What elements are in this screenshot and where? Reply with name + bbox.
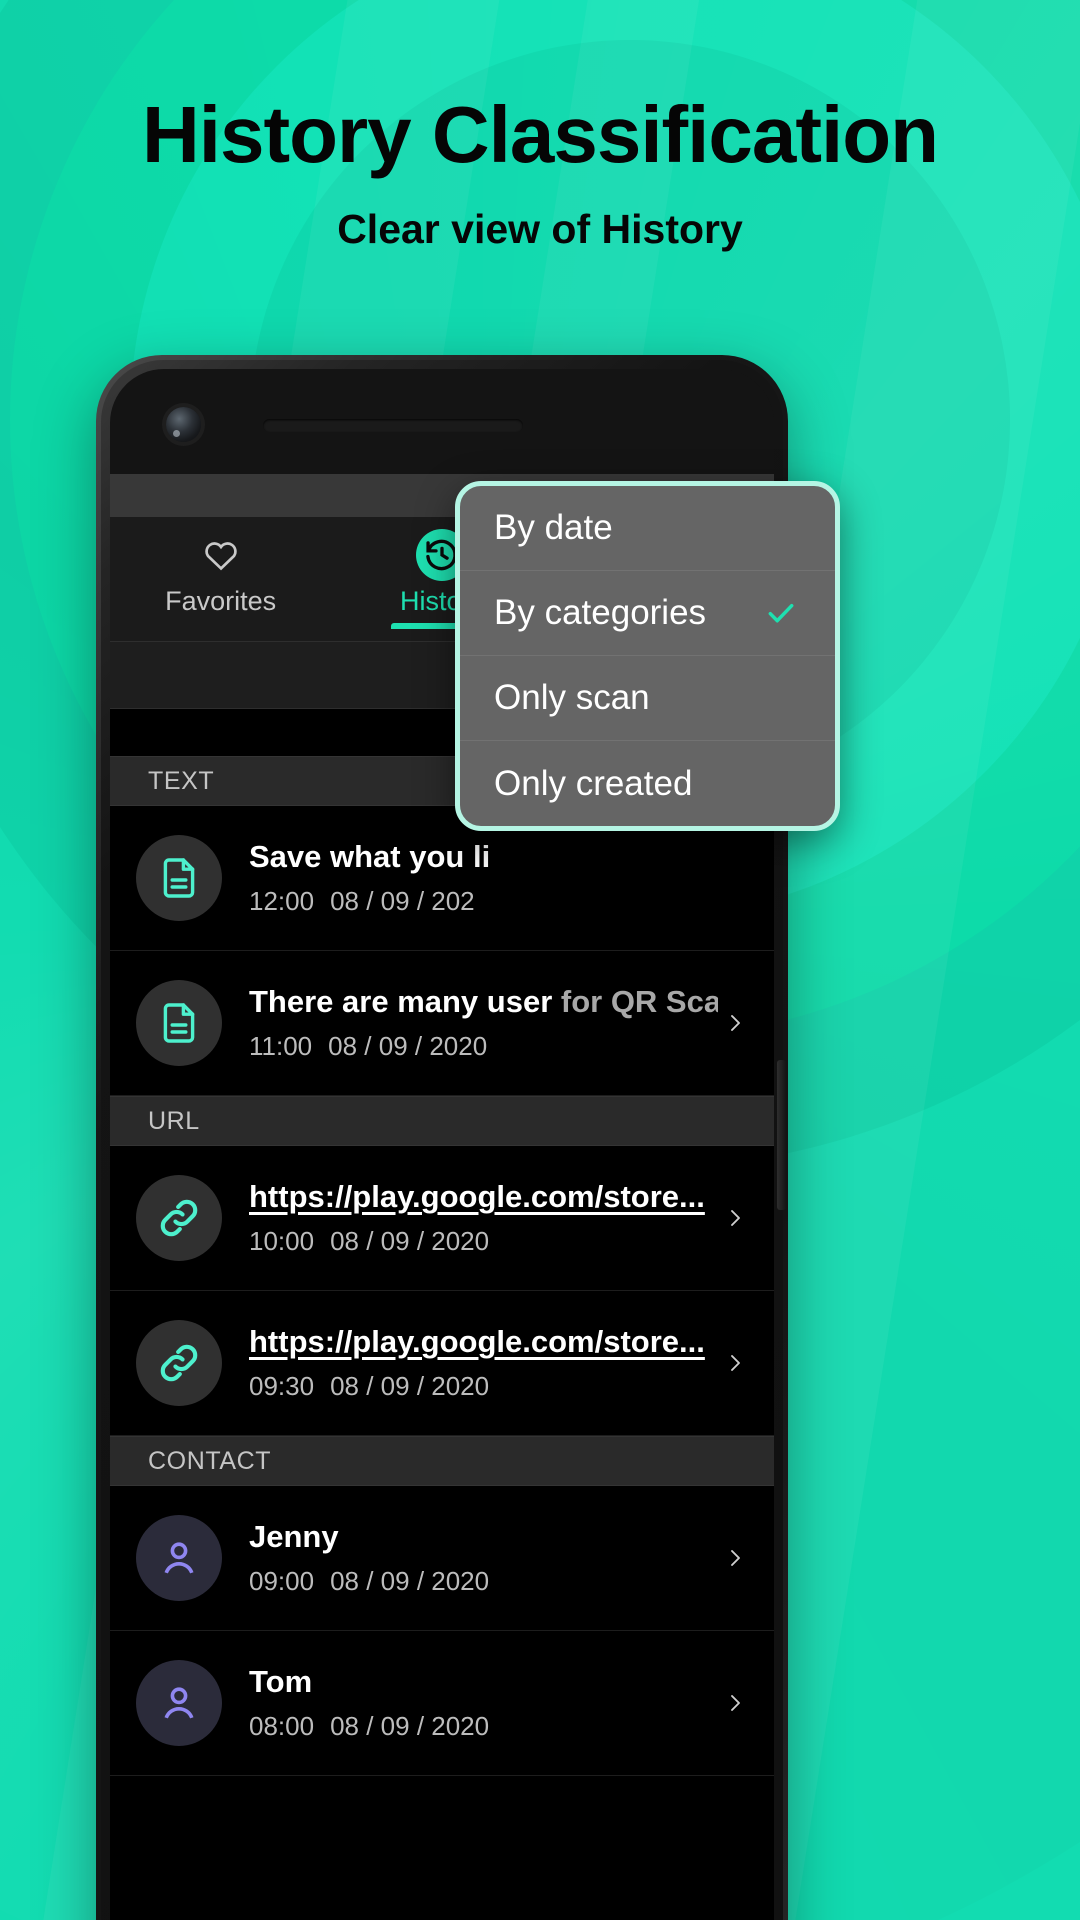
document-icon <box>136 980 222 1066</box>
list-item-date: 08 / 09 / 2020 <box>328 1031 488 1061</box>
link-icon <box>136 1175 222 1261</box>
list-item-title-main: https://play.google.com/store... <box>249 1324 705 1359</box>
section-header: URL <box>110 1096 774 1146</box>
list-item-body: There are many user for QR Scanner 11:00 0… <box>222 984 718 1062</box>
list-item-body: Tom 08:00 08 / 09 / 2020 <box>222 1664 718 1742</box>
list-item-body: Jenny 09:00 08 / 09 / 2020 <box>222 1519 718 1597</box>
person-icon <box>136 1660 222 1746</box>
tab-favorites[interactable]: Favorites <box>110 529 331 617</box>
chevron-right-icon[interactable] <box>718 1005 752 1041</box>
chevron-right-icon[interactable] <box>718 1685 752 1721</box>
document-icon <box>136 835 222 921</box>
list-item-meta: 09:30 08 / 09 / 2020 <box>249 1371 718 1402</box>
list-item-meta: 10:00 08 / 09 / 2020 <box>249 1226 718 1257</box>
list-item-title-main: There are many user <box>249 984 553 1019</box>
sort-dropdown-menu: By date By categories Only scan Only create… <box>455 481 840 831</box>
list-item-date: 08 / 09 / 2020 <box>330 1371 490 1401</box>
earpiece-speaker <box>263 419 523 432</box>
menu-item-only-scan[interactable]: Only scan <box>460 656 835 741</box>
history-list-item[interactable]: https://play.google.com/store... 10:00 08 … <box>110 1146 774 1291</box>
list-item-time: 08:00 <box>249 1711 315 1741</box>
list-item-body: Save what you li 12:00 08 / 09 / 202 <box>222 839 718 917</box>
list-item-meta: 08:00 08 / 09 / 2020 <box>249 1711 718 1742</box>
history-list-item[interactable]: There are many user for QR Scanner 11:00 0… <box>110 951 774 1096</box>
menu-item-label: By date <box>494 508 613 547</box>
menu-item-label: By categories <box>494 593 707 632</box>
list-item-date: 08 / 09 / 202 <box>330 886 475 916</box>
list-item-title-main: Jenny <box>249 1519 339 1554</box>
list-item-meta: 09:00 08 / 09 / 2020 <box>249 1566 718 1597</box>
tab-favorites-label: Favorites <box>165 586 277 616</box>
list-item-time: 11:00 <box>249 1031 313 1061</box>
list-item-meta: 11:00 08 / 09 / 2020 <box>249 1031 718 1062</box>
promo-subhead: Clear view of History <box>337 206 743 252</box>
list-item-time: 09:30 <box>249 1371 315 1401</box>
link-icon <box>136 1320 222 1406</box>
check-icon <box>761 597 801 629</box>
promo-headline: History Classification <box>141 90 939 179</box>
list-item-title: https://play.google.com/store... <box>249 1324 718 1360</box>
list-item-date: 08 / 09 / 2020 <box>330 1711 490 1741</box>
chevron-right-icon[interactable] <box>718 1540 752 1576</box>
history-list-item[interactable]: Tom 08:00 08 / 09 / 2020 <box>110 1631 774 1776</box>
list-item-date: 08 / 09 / 2020 <box>330 1566 490 1596</box>
menu-item-by-date[interactable]: By date <box>460 486 835 571</box>
section-header: CONTACT <box>110 1436 774 1486</box>
menu-item-only-created[interactable]: Only created <box>460 741 835 826</box>
list-item-time: 10:00 <box>249 1226 315 1256</box>
list-item-title: https://play.google.com/store... <box>249 1179 718 1215</box>
list-item-title: Tom <box>249 1664 718 1700</box>
menu-item-label: Only created <box>494 763 693 803</box>
list-item-body: https://play.google.com/store... 10:00 08 … <box>222 1179 718 1257</box>
list-item-body: https://play.google.com/store... 09:30 08 … <box>222 1324 718 1402</box>
history-list: TEXT Save what you li 12:00 08 / 09 / 202 Th… <box>110 756 774 1776</box>
list-item-title-main: https://play.google.com/store... <box>249 1179 705 1214</box>
menu-item-label: Only scan <box>494 678 650 717</box>
list-item-time: 12:00 <box>249 886 315 916</box>
menu-item-by-categories[interactable]: By categories <box>460 571 835 656</box>
list-item-date: 08 / 09 / 2020 <box>330 1226 490 1256</box>
list-item-title-main: Tom <box>249 1664 313 1699</box>
list-item-title: Save what you li <box>249 839 718 875</box>
list-item-title-main: Save what you li <box>249 839 491 874</box>
list-item-title: Jenny <box>249 1519 718 1555</box>
person-icon <box>136 1515 222 1601</box>
chevron-right-icon[interactable] <box>718 1345 752 1381</box>
power-button[interactable] <box>777 1060 786 1210</box>
chevron-right-icon[interactable] <box>718 1200 752 1236</box>
front-camera-icon <box>166 407 201 442</box>
list-item-meta: 12:00 08 / 09 / 202 <box>249 886 718 917</box>
list-item-title-secondary: for QR Scanner <box>560 984 718 1019</box>
list-item-title: There are many user for QR Scanner <box>249 984 718 1020</box>
history-list-item[interactable]: Jenny 09:00 08 / 09 / 2020 <box>110 1486 774 1631</box>
heart-icon <box>110 529 331 581</box>
list-item-time: 09:00 <box>249 1566 315 1596</box>
history-list-item[interactable]: https://play.google.com/store... 09:30 08 … <box>110 1291 774 1436</box>
